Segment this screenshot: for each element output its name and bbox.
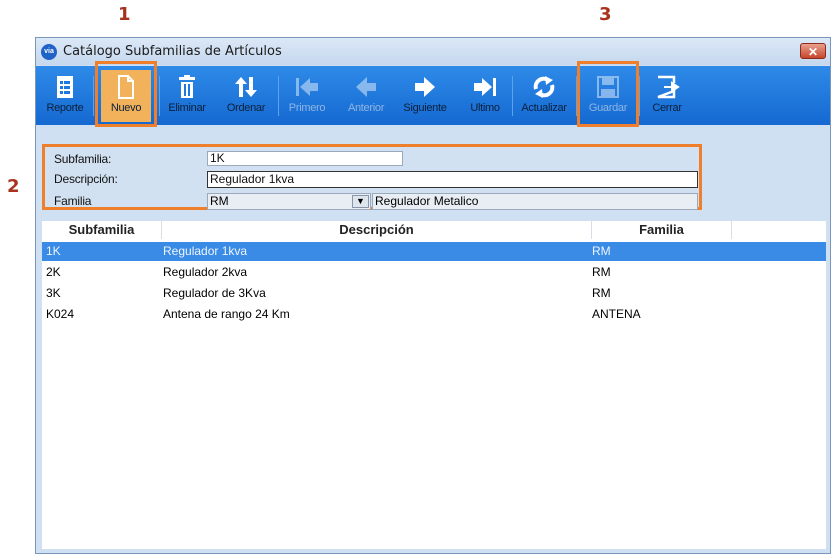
primero-button[interactable]: Primero — [282, 70, 332, 122]
siguiente-label: Siguiente — [403, 102, 447, 114]
cell-familia: RM — [592, 265, 611, 279]
subfamilias-table: Subfamilia Descripción Familia 1K Regula… — [42, 221, 826, 549]
table-row[interactable]: 3K Regulador de 3Kva RM — [42, 284, 826, 303]
eliminar-button[interactable]: Eliminar — [163, 70, 211, 122]
last-record-icon — [474, 78, 496, 96]
table-row[interactable]: 2K Regulador 2kva RM — [42, 263, 826, 282]
refresh-icon — [533, 76, 555, 98]
reporte-button[interactable]: Reporte — [42, 70, 88, 122]
exit-icon — [657, 75, 680, 99]
subfamilia-label: Subfamilia: — [54, 152, 112, 166]
app-logo-icon: via — [41, 44, 57, 60]
next-arrow-icon — [415, 77, 435, 97]
cell-familia: RM — [592, 244, 611, 258]
callout-1: 1 — [118, 4, 131, 25]
previous-arrow-icon — [356, 77, 376, 97]
toolbar-separator — [278, 76, 279, 116]
ordenar-button[interactable]: Ordenar — [220, 70, 272, 122]
catalog-window: via Catálogo Subfamilias de Artículos ✕ … — [35, 37, 831, 554]
ordenar-label: Ordenar — [226, 102, 266, 114]
toolbar-separator — [512, 76, 513, 116]
reporte-label: Reporte — [46, 102, 84, 114]
familia-value: RM — [210, 194, 229, 208]
anterior-label: Anterior — [347, 102, 385, 114]
actualizar-label: Actualizar — [521, 102, 567, 114]
table-row[interactable]: K024 Antena de rango 24 Km ANTENA — [42, 305, 826, 324]
familia-label: Familia — [54, 194, 92, 208]
column-header-subfamilia[interactable]: Subfamilia — [42, 221, 162, 239]
table-header: Subfamilia Descripción Familia — [42, 221, 826, 239]
callout-3: 3 — [599, 4, 612, 25]
trash-icon — [179, 75, 195, 98]
cerrar-label: Cerrar — [652, 102, 682, 114]
cell-subfamilia: K024 — [46, 307, 75, 321]
report-icon — [57, 76, 73, 98]
cell-descripcion: Antena de rango 24 Km — [163, 307, 290, 321]
cell-descripcion: Regulador 1kva — [163, 244, 248, 258]
window-title: Catálogo Subfamilias de Artículos — [63, 44, 282, 59]
familia-dropdown[interactable]: RM ▼ — [207, 193, 371, 210]
ultimo-button[interactable]: Ultimo — [463, 70, 507, 122]
column-header-familia[interactable]: Familia — [592, 221, 732, 239]
descripcion-field[interactable]: Regulador 1kva — [207, 171, 698, 188]
callout-2: 2 — [7, 176, 20, 197]
cell-descripcion: Regulador 2kva — [163, 265, 248, 279]
toolbar-separator — [159, 76, 160, 116]
siguiente-button[interactable]: Siguiente — [396, 70, 454, 122]
close-window-button[interactable]: ✕ — [800, 43, 826, 59]
toolbar-separator — [639, 76, 640, 116]
cell-familia: RM — [592, 286, 611, 300]
eliminar-label: Eliminar — [168, 102, 206, 114]
chevron-down-icon[interactable]: ▼ — [352, 195, 369, 208]
anterior-button[interactable]: Anterior — [341, 70, 391, 122]
cell-subfamilia: 3K — [46, 286, 61, 300]
subfamilia-field[interactable]: 1K — [207, 151, 403, 166]
cell-subfamilia: 2K — [46, 265, 61, 279]
toolbar-separator — [93, 76, 94, 116]
cell-subfamilia: 1K — [46, 244, 61, 258]
first-record-icon — [296, 78, 318, 96]
column-header-descripcion[interactable]: Descripción — [162, 221, 592, 239]
ultimo-label: Ultimo — [470, 102, 500, 114]
descripcion-label: Descripción: — [54, 172, 118, 186]
nuevo-highlight-frame — [95, 61, 157, 127]
actualizar-button[interactable]: Actualizar — [514, 70, 574, 122]
cell-familia: ANTENA — [592, 307, 641, 321]
record-form: Subfamilia: 1K Descripción: Regulador 1k… — [42, 144, 702, 210]
table-row[interactable]: 1K Regulador 1kva RM — [42, 242, 826, 261]
primero-label: Primero — [288, 102, 326, 114]
familia-description-field: Regulador Metalico — [372, 193, 698, 210]
guardar-highlight-frame — [577, 61, 639, 127]
cell-descripcion: Regulador de 3Kva — [163, 286, 266, 300]
sort-icon — [235, 77, 257, 97]
cerrar-button[interactable]: Cerrar — [645, 70, 689, 122]
